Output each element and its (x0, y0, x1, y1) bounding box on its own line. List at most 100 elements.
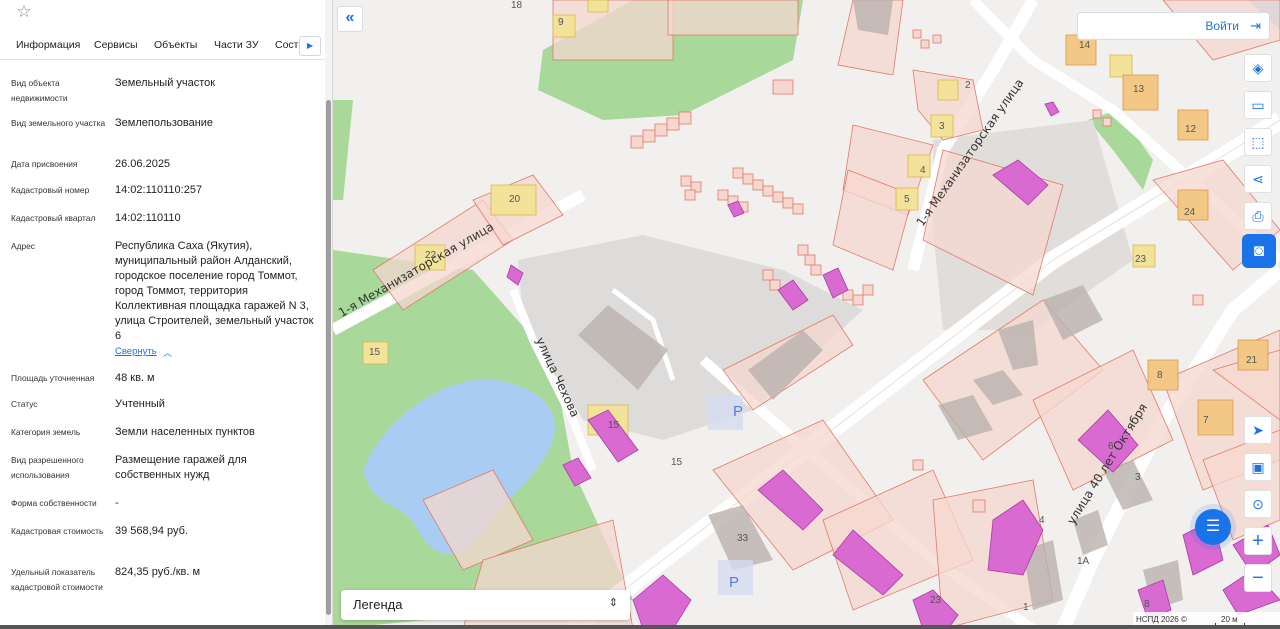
property-label: Кадастровая стоимость (11, 526, 104, 536)
copyright: НСПД 2026 © (1136, 615, 1187, 624)
property-label: Кадастровый номер (11, 185, 90, 195)
property-label: Удельный показатель кадастровой стоимост… (11, 567, 103, 592)
building-number: 18 (511, 0, 523, 11)
zoom-in-button[interactable]: + (1244, 527, 1272, 555)
scrollbar-thumb[interactable] (326, 100, 331, 615)
tab-objects[interactable]: Объекты (154, 39, 197, 51)
print-button[interactable]: ⎙ (1244, 202, 1272, 230)
building-number: 7 (1203, 415, 1209, 426)
property-label: Кадастровый квартал (11, 213, 96, 223)
ruler-button[interactable]: ▭ (1244, 91, 1272, 119)
property-value: 39 568,94 руб. (115, 525, 188, 537)
building-number: 5 (904, 194, 910, 205)
property-value: 14:02:110110 (115, 212, 181, 224)
updown-chevron-icon: ⇕ (608, 597, 618, 609)
star-icon[interactable]: ☆ (14, 2, 34, 22)
chevron-right-icon: ▶ (306, 41, 314, 50)
building-number: 1А (1077, 556, 1090, 567)
building-number: 2 (965, 80, 971, 91)
layers-button[interactable]: ◈ (1244, 54, 1272, 82)
zoom-out-button[interactable]: − (1244, 564, 1272, 592)
chat-button[interactable]: ☰ (1195, 509, 1231, 545)
map-view[interactable]: 1-я Механизаторская улица 1-я Механизато… (333, 0, 1280, 629)
bottom-bar (0, 625, 1280, 629)
building-number: 23 (1135, 254, 1147, 265)
property-label: Вид земельного участка (11, 118, 106, 128)
layers-icon: ◈ (1252, 60, 1264, 76)
widget-icon: ◙ (1253, 241, 1265, 260)
share-button[interactable]: ⋖ (1244, 165, 1272, 193)
building-number: 8 (1157, 370, 1163, 381)
building-number: 8 (1144, 599, 1150, 610)
locate-button[interactable]: ➤ (1244, 416, 1272, 444)
property-value: Земельный участок (115, 77, 216, 89)
property-label: Статус (11, 399, 38, 409)
login-icon: ⇥ (1250, 18, 1261, 33)
address-value: Республика Саха (Якутия), муниципальный … (115, 240, 314, 342)
legend-select[interactable]: Легенда ⇕ (341, 590, 630, 620)
property-label: Вид объекта недвижимости (11, 78, 68, 103)
collapse-panel-button[interactable]: « (337, 6, 363, 32)
geo-icon: ⊙ (1252, 496, 1264, 512)
geo-button[interactable]: ⊙ (1244, 490, 1272, 518)
login-button[interactable]: Войти ⇥ (1077, 12, 1270, 40)
building-number: 4 (920, 165, 926, 176)
property-value: 48 кв. м (115, 372, 155, 384)
property-value: - (115, 497, 119, 509)
legend-label: Легенда (353, 597, 403, 612)
building-number: 3 (939, 121, 945, 132)
tabs-next-button[interactable]: ▶ (299, 36, 321, 56)
park-area (333, 100, 353, 200)
cadastral-number: 14:02:110110:257 (115, 184, 203, 196)
ruler-icon: ▭ (1251, 97, 1265, 113)
minimap-button[interactable]: ▣ (1244, 453, 1272, 481)
property-value: 26.06.2025 (115, 158, 171, 170)
building-number: 15 (671, 457, 683, 468)
building-number: 13 (1133, 84, 1145, 95)
building-number: 4 (1039, 515, 1045, 526)
minimap-icon: ▣ (1251, 459, 1265, 475)
property-value: Землепользование (115, 117, 214, 129)
building-number: 33 (737, 533, 749, 544)
widget-button[interactable]: ◙ (1242, 234, 1276, 268)
building-number: 24 (1184, 207, 1196, 218)
property-label: Дата присвоения (11, 159, 78, 169)
minus-icon: − (1252, 567, 1264, 589)
double-chevron-left-icon: « (345, 9, 355, 26)
property-value: 824,35 руб./кв. м (115, 566, 201, 578)
building-number: 3 (1135, 472, 1141, 483)
share-icon: ⋖ (1252, 171, 1264, 187)
building-number: 22 (425, 250, 437, 261)
select-area-button[interactable]: ⬚ (1244, 128, 1272, 156)
property-value: Земли населенных пунктов (115, 426, 255, 438)
building-number: 14 (1079, 40, 1091, 51)
property-label: Вид разрешенного использования (11, 455, 84, 480)
parking-label: P (733, 403, 744, 420)
tab-info[interactable]: Информация (16, 39, 80, 51)
plus-icon: + (1252, 530, 1264, 552)
tab-services[interactable]: Сервисы (94, 39, 138, 51)
property-label: Адрес (11, 241, 35, 251)
building-number: 20 (509, 194, 521, 205)
tab-parts[interactable]: Части ЗУ (214, 39, 259, 51)
login-label: Войти (1205, 19, 1239, 33)
property-label: Категория земель (11, 427, 81, 437)
locate-icon: ➤ (1252, 422, 1264, 438)
property-value: Размещение гаражей для собственных нужд (115, 454, 247, 481)
property-label: Форма собственности (11, 498, 97, 508)
print-icon: ⎙ (1252, 208, 1264, 224)
chat-icon: ☰ (1205, 518, 1221, 535)
building-number: 15 (608, 420, 620, 431)
building-number: 12 (1185, 124, 1197, 135)
property-value: Учтенный (115, 398, 165, 410)
building-number: 6 (1108, 441, 1114, 452)
building-number: 21 (1246, 355, 1258, 366)
property-label: Площадь уточненная (11, 373, 95, 383)
parking-label: P (729, 574, 740, 591)
collapse-link[interactable]: Свернуть (115, 346, 157, 357)
select-area-icon: ⬚ (1251, 134, 1265, 150)
chevron-up-icon[interactable]: ︿ (163, 346, 172, 359)
building-number: 9 (558, 17, 564, 28)
building-number: 1 (1023, 602, 1029, 613)
panel-tabs: Информация Сервисы Объекты Части ЗУ Сост… (0, 34, 325, 60)
